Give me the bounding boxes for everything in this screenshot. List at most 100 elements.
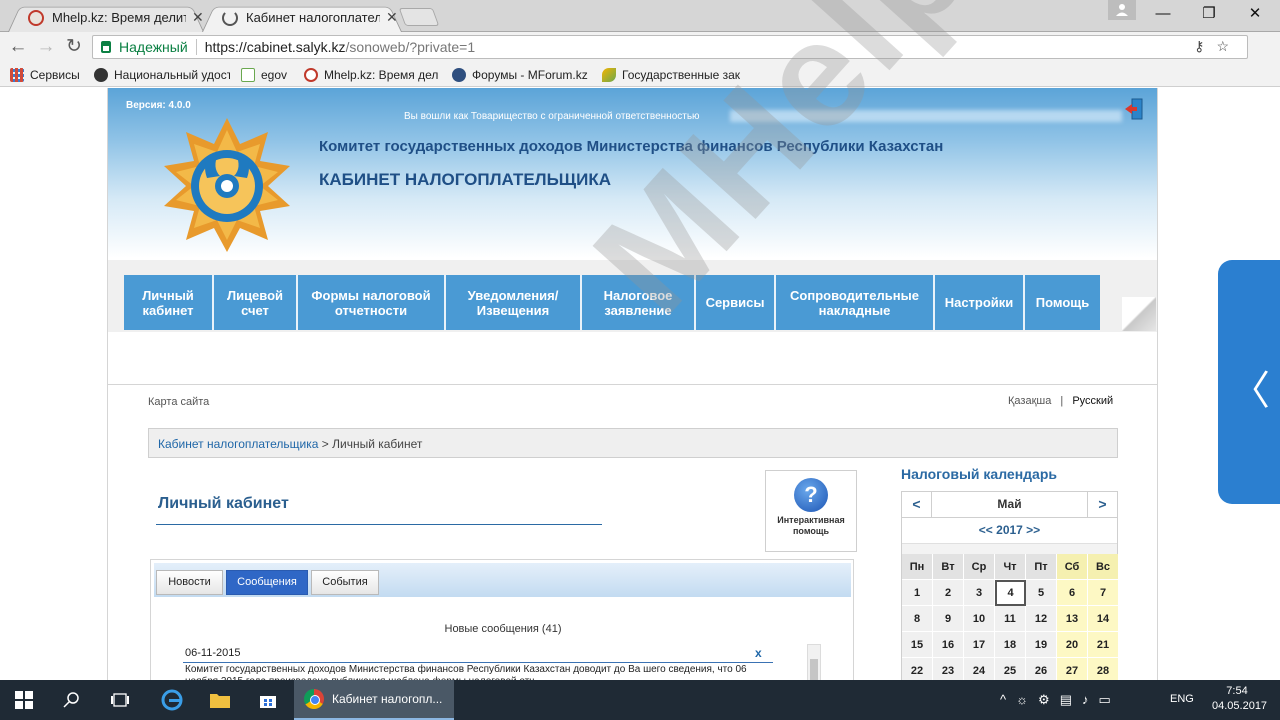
side-slide-panel-button[interactable]: 〈 <box>1218 260 1280 504</box>
back-button[interactable]: ← <box>6 36 30 58</box>
menu-notifications[interactable]: Уведомления/Извещения <box>446 275 582 330</box>
explorer-taskbar-button[interactable] <box>196 680 244 720</box>
tab-events[interactable]: События <box>311 570 379 595</box>
task-view-icon <box>111 693 129 707</box>
message-divider <box>183 662 773 663</box>
calendar-day[interactable]: 9 <box>933 606 964 632</box>
bookmark-egov[interactable]: egov <box>241 66 297 83</box>
tab-news[interactable]: Новости <box>156 570 223 595</box>
message-scrollbar[interactable] <box>807 644 821 680</box>
tab-messages[interactable]: Сообщения <box>226 570 308 595</box>
volume-icon[interactable]: ♪ <box>1082 692 1099 707</box>
store-taskbar-button[interactable] <box>244 680 292 720</box>
calendar-day[interactable]: 26 <box>1026 658 1057 680</box>
calendar-day[interactable]: 18 <box>995 632 1026 658</box>
calendar-day[interactable]: 24 <box>964 658 995 680</box>
menu-services[interactable]: Сервисы <box>696 275 776 330</box>
submenu-area <box>108 332 1157 385</box>
tray-app-icon[interactable]: ⚙ <box>1038 692 1060 707</box>
edge-taskbar-button[interactable] <box>148 680 196 720</box>
menu-personal-cabinet[interactable]: Личный кабинет <box>124 275 214 330</box>
calendar-prev-month-button[interactable]: < <box>902 492 932 518</box>
start-button[interactable] <box>0 680 48 720</box>
calendar-day[interactable]: 23 <box>933 658 964 680</box>
scrollbar-thumb[interactable] <box>810 659 818 680</box>
browser-tab-cabinet[interactable]: Кабинет налогоплатель ✕ <box>202 3 402 33</box>
menu-help[interactable]: Помощь <box>1025 275 1100 330</box>
input-language[interactable]: ENG <box>1170 693 1194 705</box>
chrome-taskbar-button[interactable]: Кабинет налогопл... <box>294 680 454 720</box>
calendar-day[interactable]: 21 <box>1088 632 1119 658</box>
forward-button[interactable]: → <box>34 36 58 58</box>
calendar-day[interactable]: 10 <box>964 606 995 632</box>
calendar-day[interactable]: 15 <box>902 632 933 658</box>
calendar-day[interactable]: 11 <box>995 606 1026 632</box>
calendar-day[interactable]: 17 <box>964 632 995 658</box>
minimize-button[interactable]: — <box>1142 2 1184 26</box>
menu-label: счет <box>241 302 269 318</box>
calendar-day[interactable]: 27 <box>1057 658 1088 680</box>
menu-personal-account[interactable]: Лицевой счет <box>214 275 298 330</box>
calendar-day[interactable]: 8 <box>902 606 933 632</box>
interactive-help-button[interactable]: ? Интерактивная помощь <box>765 470 857 552</box>
tray-expand-icon[interactable]: ^ <box>1000 692 1016 707</box>
message-close-button[interactable]: x <box>755 646 762 660</box>
calendar-weekday-header: Сб <box>1057 554 1088 580</box>
menu-waybills[interactable]: Сопроводительные накладные <box>776 275 935 330</box>
notification-icon[interactable]: ▭ <box>1098 692 1120 707</box>
calendar-day[interactable]: 6 <box>1057 580 1088 606</box>
calendar-day[interactable]: 13 <box>1057 606 1088 632</box>
calendar-day[interactable]: 20 <box>1057 632 1088 658</box>
lang-kazakh-link[interactable]: Қазақша <box>1008 395 1051 407</box>
lang-russian-link[interactable]: Русский <box>1072 395 1113 407</box>
menu-tax-application[interactable]: Налоговое заявление <box>582 275 696 330</box>
apps-grid-icon <box>10 67 24 82</box>
bookmark-mforum[interactable]: Форумы - MForum.kz <box>452 66 590 83</box>
calendar-day[interactable]: 25 <box>995 658 1026 680</box>
calendar-year-nav[interactable]: << 2017 >> <box>902 518 1117 544</box>
windows-taskbar: Кабинет налогопл... ^☼⚙▤♪▭ ENG 7:54 04.0… <box>0 680 1280 720</box>
menu-label: Сопроводительные <box>790 287 919 303</box>
breadcrumb-home-link[interactable]: Кабинет налогоплательщика <box>158 437 318 451</box>
bookmark-mhelp[interactable]: Mhelp.kz: Время дел <box>304 66 440 83</box>
tab-title: Mhelp.kz: Время делить <box>52 10 186 25</box>
profile-button[interactable] <box>1108 0 1136 20</box>
calendar-day[interactable]: 7 <box>1088 580 1119 606</box>
calendar-day[interactable]: 16 <box>933 632 964 658</box>
calendar-day[interactable]: 28 <box>1088 658 1119 680</box>
calendar-day[interactable]: 19 <box>1026 632 1057 658</box>
key-icon[interactable]: ⚷ <box>1194 38 1216 54</box>
bookmark-goszakup[interactable]: Государственные зак <box>602 66 740 83</box>
bookmark-ncalayer[interactable]: Национальный удост <box>94 66 230 83</box>
close-window-button[interactable]: ✕ <box>1234 2 1276 26</box>
calendar-day[interactable]: 1 <box>902 580 933 606</box>
calendar-day[interactable]: 5 <box>1026 580 1057 606</box>
task-view-button[interactable] <box>96 680 144 720</box>
calendar-day[interactable]: 2 <box>933 580 964 606</box>
calendar-day[interactable]: 3 <box>964 580 995 606</box>
sitemap-link[interactable]: Карта сайта <box>148 396 209 408</box>
tab-close-icon[interactable]: ✕ <box>386 9 398 26</box>
network-icon[interactable]: ▤ <box>1060 692 1082 707</box>
menu-tax-forms[interactable]: Формы налоговой отчетности <box>298 275 446 330</box>
mforum-icon <box>452 67 466 82</box>
reload-button[interactable]: ↻ <box>62 36 86 58</box>
logout-icon[interactable] <box>1124 98 1144 120</box>
calendar-day[interactable]: 12 <box>1026 606 1057 632</box>
message-date: 06-11-2015 <box>185 647 241 659</box>
star-icon[interactable]: ☆ <box>1216 38 1241 54</box>
clock[interactable]: 7:54 04.05.2017 <box>1212 684 1267 714</box>
browser-tab-mhelp[interactable]: Mhelp.kz: Время делить ✕ <box>8 3 204 33</box>
address-bar[interactable]: Надежный https://cabinet.salyk.kz /sonow… <box>92 35 1248 59</box>
menu-settings[interactable]: Настройки <box>935 275 1025 330</box>
calendar-day[interactable]: 22 <box>902 658 933 680</box>
tray-app-icon[interactable]: ☼ <box>1016 692 1038 707</box>
calendar-day[interactable]: 14 <box>1088 606 1119 632</box>
calendar-next-month-button[interactable]: > <box>1087 492 1117 518</box>
search-button[interactable] <box>48 680 96 720</box>
help-label: Интерактивная помощь <box>766 515 856 537</box>
new-tab-button[interactable] <box>398 8 440 26</box>
bookmark-apps[interactable]: Сервисы <box>10 66 90 83</box>
calendar-day-today[interactable]: 4 <box>995 580 1026 606</box>
maximize-button[interactable]: ❐ <box>1188 2 1230 26</box>
